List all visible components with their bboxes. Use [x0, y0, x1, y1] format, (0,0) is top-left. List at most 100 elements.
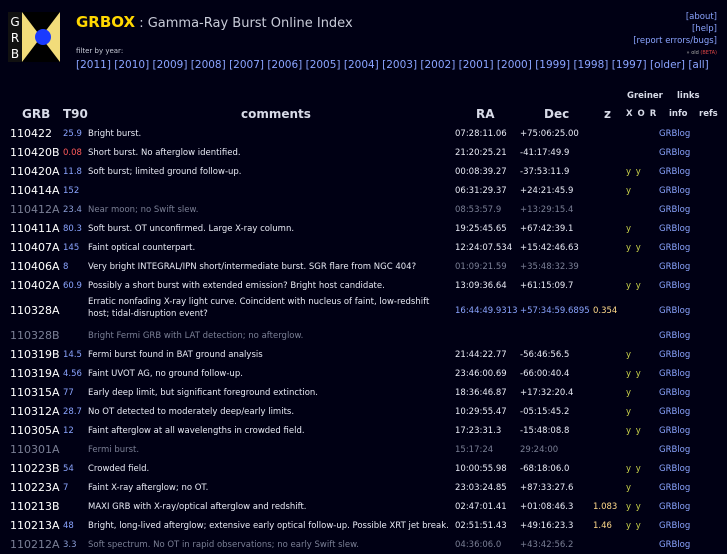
greiner-xor: y y [626, 281, 642, 291]
old-version-link[interactable]: » old (BETA) [633, 47, 717, 59]
grb-link[interactable]: 110305A [10, 424, 60, 437]
year-filter-link[interactable]: [2001] [459, 59, 494, 71]
col-ra[interactable]: RA [476, 107, 495, 121]
table-row: 110328A Erratic nonfading X-ray light cur… [0, 295, 727, 326]
year-filter-link[interactable]: [older] [650, 59, 685, 71]
year-filter-link[interactable]: [1997] [612, 59, 647, 71]
grb-link[interactable]: 110328B [10, 329, 60, 342]
grb-link[interactable]: 110422 [10, 127, 52, 140]
year-filter-link[interactable]: [2000] [497, 59, 532, 71]
grblog-link[interactable]: GRBlog [659, 388, 690, 398]
year-filter-link[interactable]: [2002] [420, 59, 455, 71]
help-link[interactable]: [help] [692, 24, 717, 34]
filter-label: filter by year: [76, 47, 124, 55]
table-row: 110420B 0.08 Short burst. No afterglow ide… [0, 143, 727, 162]
grblog-link[interactable]: GRBlog [659, 306, 690, 316]
year-filter-link[interactable]: [2008] [191, 59, 226, 71]
year-filter-link[interactable]: [2005] [306, 59, 341, 71]
col-refs: refs [699, 109, 718, 119]
col-greiner[interactable]: Greiner [627, 91, 663, 101]
col-links: links [677, 91, 700, 101]
grb-link[interactable]: 110407A [10, 241, 60, 254]
grblog-link[interactable]: GRBlog [659, 129, 690, 139]
grb-link[interactable]: 110411A [10, 222, 60, 235]
comment-text: Early deep limit, but significant foregr… [88, 388, 318, 398]
grb-link[interactable]: 110420A [10, 165, 60, 178]
comment-text: Fermi burst. [88, 445, 140, 455]
greiner-xor: y [626, 388, 633, 398]
year-filter-link[interactable]: [all] [688, 59, 708, 71]
grb-link[interactable]: 110412A [10, 203, 60, 216]
col-t90[interactable]: T90 [63, 107, 88, 121]
about-link[interactable]: [about] [686, 12, 717, 22]
col-dec[interactable]: Dec [544, 107, 569, 121]
year-filter-link[interactable]: [2006] [267, 59, 302, 71]
grb-link[interactable]: 110319A [10, 367, 60, 380]
grblog-link[interactable]: GRBlog [659, 262, 690, 272]
grblog-link[interactable]: GRBlog [659, 186, 690, 196]
year-filter-link[interactable]: [2003] [382, 59, 417, 71]
grblog-link[interactable]: GRBlog [659, 502, 690, 512]
dec-value: -37:53:11.9 [520, 167, 570, 177]
grb-link[interactable]: 110402A [10, 279, 60, 292]
grblog-link[interactable]: GRBlog [659, 464, 690, 474]
grblog-link[interactable]: GRBlog [659, 483, 690, 493]
report-bugs-link[interactable]: [report errors/bugs] [633, 36, 717, 46]
year-filter-link[interactable]: [2010] [114, 59, 149, 71]
year-filter-link[interactable]: [2007] [229, 59, 264, 71]
grblog-link[interactable]: GRBlog [659, 148, 690, 158]
svg-text:R: R [11, 31, 19, 45]
table-row: 110315A 77 Early deep limit, but significa… [0, 383, 727, 402]
t90-value: 4.56 [63, 369, 82, 379]
grb-link[interactable]: 110406A [10, 260, 60, 273]
greiner-xor: y [626, 350, 633, 360]
dec-value: +57:34:59.6895 [520, 306, 590, 316]
table-row: 110407A 145 Faint optical counterpart. 12:2… [0, 238, 727, 257]
year-filter-link[interactable]: [2009] [153, 59, 188, 71]
grblog-link[interactable]: GRBlog [659, 331, 690, 341]
col-grb[interactable]: GRB [22, 107, 50, 121]
year-filter-link[interactable]: [2004] [344, 59, 379, 71]
t90-value: 54 [63, 464, 74, 474]
year-filter-link[interactable]: [1999] [535, 59, 570, 71]
greiner-xor: y y [626, 243, 642, 253]
comment-text: Crowded field. [88, 464, 150, 474]
grb-link[interactable]: 110312A [10, 405, 60, 418]
grblog-link[interactable]: GRBlog [659, 369, 690, 379]
grblog-link[interactable]: GRBlog [659, 205, 690, 215]
t90-value: 14.5 [63, 350, 82, 360]
year-filter-link[interactable]: [1998] [573, 59, 608, 71]
grb-link[interactable]: 110319B [10, 348, 60, 361]
grblog-link[interactable]: GRBlog [659, 445, 690, 455]
grb-link[interactable]: 110213B [10, 500, 60, 513]
grb-link[interactable]: 110315A [10, 386, 60, 399]
grblog-link[interactable]: GRBlog [659, 281, 690, 291]
ra-value: 02:51:51.43 [455, 521, 507, 531]
t90-value: 48 [63, 521, 74, 531]
grblog-link[interactable]: GRBlog [659, 407, 690, 417]
col-z[interactable]: z [604, 107, 611, 121]
grb-link[interactable]: 110223A [10, 481, 60, 494]
year-filter-link[interactable]: [2011] [76, 59, 111, 71]
grb-link[interactable]: 110213A [10, 519, 60, 532]
table-row: 110414A 152 06:31:29.37 +24:21:45.9 y GRBlog [0, 181, 727, 200]
ra-value: 15:17:24 [455, 445, 494, 455]
grb-link[interactable]: 110420B [10, 146, 60, 159]
grb-link[interactable]: 110328A [10, 304, 60, 317]
table-row: 110319A 4.56 Faint UVOT AG, no ground foll… [0, 364, 727, 383]
grblog-link[interactable]: GRBlog [659, 426, 690, 436]
year-filter: [2011] [2010] [2009] [2008] [2007] [2006… [76, 59, 709, 71]
grblog-link[interactable]: GRBlog [659, 521, 690, 531]
grb-link[interactable]: 110301A [10, 443, 60, 456]
dec-value: -68:18:06.0 [520, 464, 570, 474]
ra-value: 23:46:00.69 [455, 369, 507, 379]
grblog-link[interactable]: GRBlog [659, 540, 690, 550]
greiner-xor: y [626, 186, 633, 196]
grblog-link[interactable]: GRBlog [659, 350, 690, 360]
grblog-link[interactable]: GRBlog [659, 224, 690, 234]
grb-link[interactable]: 110223B [10, 462, 60, 475]
grb-link[interactable]: 110414A [10, 184, 60, 197]
grblog-link[interactable]: GRBlog [659, 167, 690, 177]
dec-value: 29:24:00 [520, 445, 559, 455]
grblog-link[interactable]: GRBlog [659, 243, 690, 253]
